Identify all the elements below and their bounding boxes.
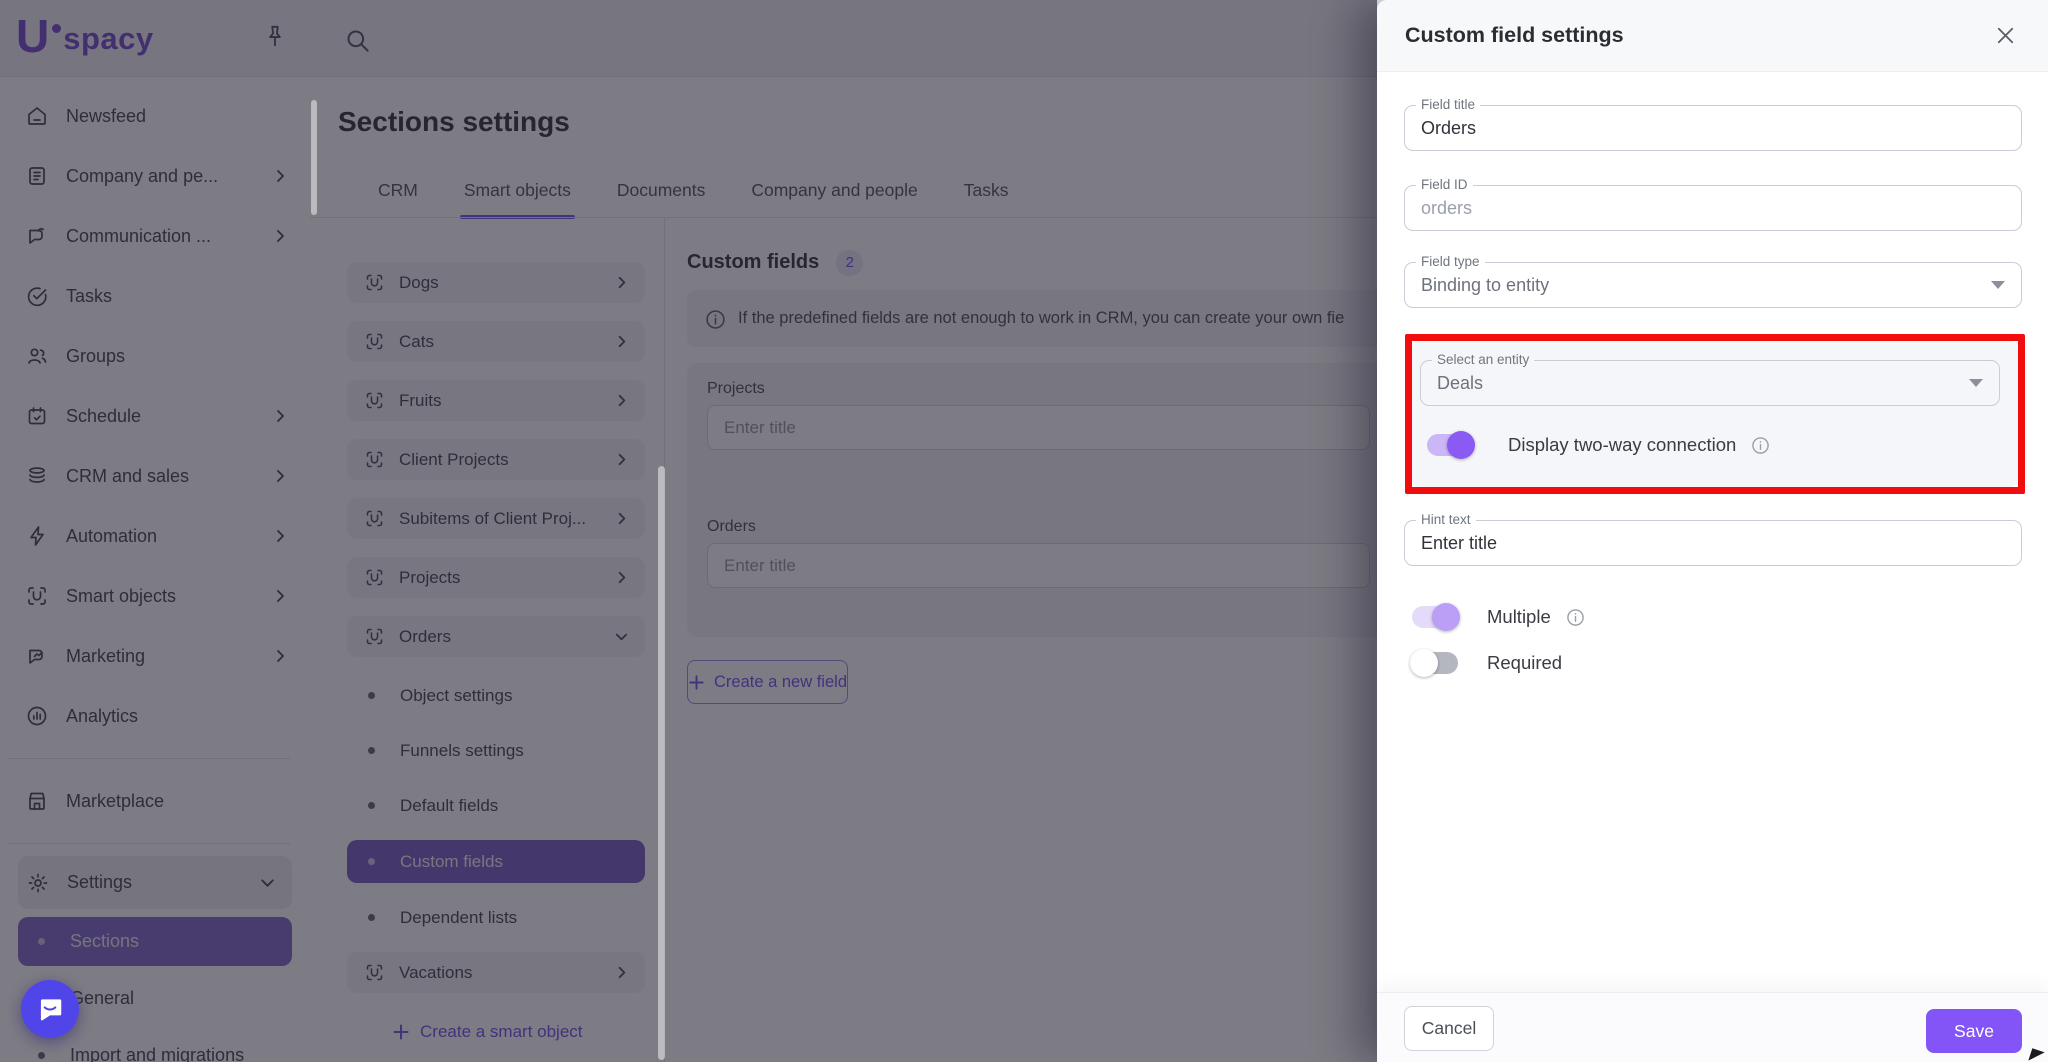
subnav-scrollbar[interactable] [658, 466, 665, 1060]
toggle-knob [1432, 603, 1460, 631]
hint-text-value: Enter title [1421, 533, 1497, 554]
modal-backdrop[interactable] [0, 0, 1377, 1062]
required-toggle[interactable] [1412, 652, 1458, 674]
info-icon[interactable] [1751, 436, 1770, 455]
field-type-value: Binding to entity [1421, 275, 1549, 296]
field-title-input[interactable]: Field title Orders [1404, 105, 2022, 151]
sidebar-scrollbar[interactable] [311, 100, 317, 215]
entity-select-label: Select an entity [1432, 352, 1534, 367]
hint-text-input[interactable]: Hint text Enter title [1404, 520, 2022, 566]
field-type-label: Field type [1416, 254, 1485, 269]
field-id-input[interactable]: Field ID orders [1404, 185, 2022, 231]
modal-header: Custom field settings [1377, 0, 2048, 72]
toggle-knob [1447, 431, 1475, 459]
caret-down-icon [1969, 379, 1983, 387]
modal-footer: Cancel Save [1377, 992, 2048, 1062]
multiple-label: Multiple [1487, 606, 1551, 628]
multiple-row: Multiple [1412, 603, 1585, 631]
field-id-label: Field ID [1416, 177, 1473, 192]
close-icon[interactable] [1990, 21, 2020, 51]
save-button[interactable]: Save [1926, 1009, 2022, 1053]
chat-bubble-icon [35, 994, 65, 1024]
custom-field-settings-modal: Custom field settings Field title Orders… [1377, 0, 2048, 1062]
two-way-connection-toggle[interactable] [1427, 434, 1473, 456]
required-row: Required [1412, 649, 1562, 677]
modal-title: Custom field settings [1405, 23, 1624, 48]
two-way-connection-label: Display two-way connection [1508, 434, 1736, 456]
toggle-knob [1410, 649, 1438, 677]
field-title-label: Field title [1416, 97, 1480, 112]
entity-select[interactable]: Select an entity Deals [1420, 360, 2000, 406]
app-root: U spacy Newsfeed Company and pe... [0, 0, 2048, 1062]
hint-text-label: Hint text [1416, 512, 1476, 527]
two-way-connection-row: Display two-way connection [1427, 431, 1770, 459]
required-label: Required [1487, 652, 1562, 674]
field-type-select[interactable]: Field type Binding to entity [1404, 262, 2022, 308]
field-title-value: Orders [1421, 118, 1476, 139]
field-id-value: orders [1421, 198, 1472, 219]
chat-launcher-button[interactable] [21, 980, 79, 1038]
cancel-button[interactable]: Cancel [1404, 1006, 1494, 1051]
info-icon[interactable] [1566, 608, 1585, 627]
entity-select-value: Deals [1437, 373, 1483, 394]
multiple-toggle[interactable] [1412, 606, 1458, 628]
caret-down-icon [1991, 281, 2005, 289]
